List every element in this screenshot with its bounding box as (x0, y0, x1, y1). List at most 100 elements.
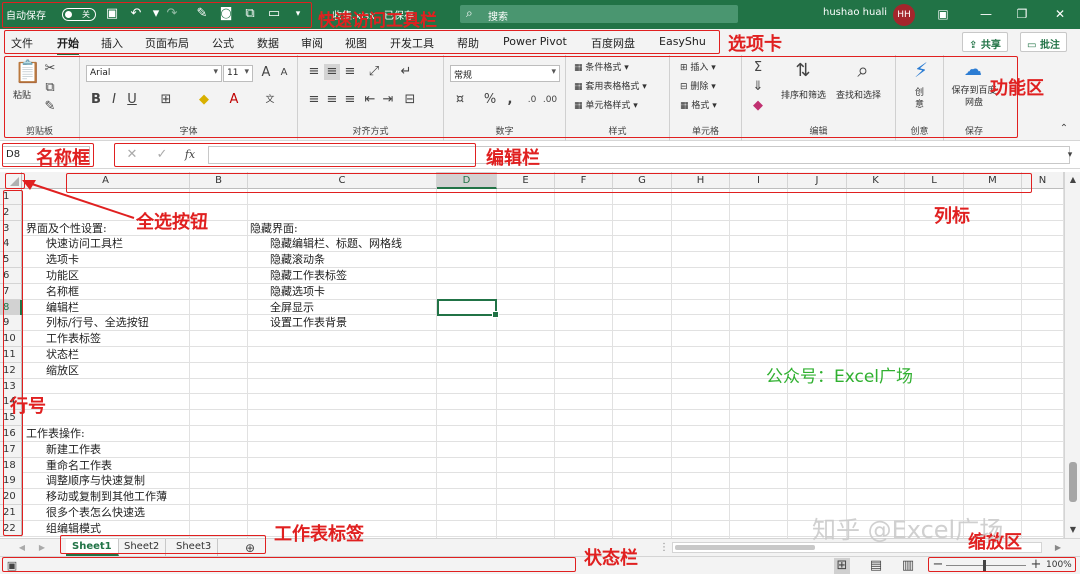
share-label: 共享 (980, 40, 1001, 51)
comment-icon: ▭ (1027, 40, 1040, 51)
prev-sheet-icon[interactable]: ◀ (14, 540, 30, 556)
annotation-name-box: 名称框 (36, 148, 90, 169)
gridline-h (22, 425, 1064, 426)
search-box[interactable]: ⌕ 搜索 (460, 5, 738, 23)
annotation-box-formula-bar (114, 143, 476, 167)
next-sheet-icon[interactable]: ▶ (34, 540, 50, 556)
annotation-ribbon: 功能区 (990, 78, 1044, 99)
cell-c5[interactable]: 隐藏滚动条 (270, 252, 325, 268)
wechat-note: 公众号：Excel广场 (766, 367, 914, 387)
ribbon-display-icon[interactable]: ▣ (933, 5, 953, 23)
gridline-h (22, 203, 1064, 205)
cell-a9[interactable]: 列标/行号、全选按钮 (46, 315, 149, 331)
gridline-v (436, 189, 437, 538)
gridline-h (22, 393, 1064, 395)
cell-c3[interactable]: 隐藏界面: (250, 221, 298, 237)
cell-a5[interactable]: 选项卡 (46, 252, 79, 268)
cell-a16[interactable]: 工作表操作: (26, 426, 85, 442)
cell-a20[interactable]: 移动或复制到其他工作薄 (46, 489, 167, 505)
gridline-v (189, 189, 190, 538)
search-icon: ⌕ (466, 6, 473, 20)
cell-a8[interactable]: 编辑栏 (46, 300, 79, 316)
gridline-v (729, 189, 730, 538)
scroll-up-icon[interactable]: ▲ (1065, 172, 1080, 188)
annotation-tabs: 选项卡 (728, 34, 782, 55)
cell-a4[interactable]: 快速访问工具栏 (46, 236, 123, 252)
annotation-box-quick-access (2, 2, 312, 28)
gridline-v (247, 189, 248, 538)
collapse-ribbon-icon[interactable]: ⌃ (1056, 121, 1072, 137)
share-button[interactable]: ⇪ 共享 (962, 32, 1008, 52)
annotation-box-zoom (928, 557, 1076, 572)
vertical-scrollbar[interactable]: ▲ ▼ (1064, 172, 1080, 538)
cell-c9[interactable]: 设置工作表背景 (270, 315, 347, 331)
gridline-h (22, 314, 1064, 316)
cell-a10[interactable]: 工作表标签 (46, 331, 101, 347)
gridline-h (22, 440, 1064, 442)
scroll-thumb[interactable] (1069, 462, 1077, 502)
cell-a18[interactable]: 重命名工作表 (46, 458, 112, 474)
restore-icon[interactable]: ❐ (1012, 5, 1032, 23)
gridline-h (22, 330, 1064, 332)
hscroll-thumb[interactable] (675, 545, 815, 550)
scroll-down-icon[interactable]: ▼ (1065, 522, 1080, 538)
gridline-h (22, 409, 1064, 411)
watermark: 知乎 @Excel广场 (812, 516, 1004, 544)
annotation-box-col-header (66, 173, 1032, 193)
minimize-icon[interactable]: — (976, 5, 996, 23)
selected-cell[interactable] (437, 299, 499, 318)
annotation-status-bar: 状态栏 (584, 548, 638, 569)
cell-c8[interactable]: 全屏显示 (270, 300, 314, 316)
cell-c7[interactable]: 隐藏选项卡 (270, 284, 325, 300)
cell-a17[interactable]: 新建工作表 (46, 442, 101, 458)
annotation-box-ribbon (4, 56, 1018, 138)
annotation-box-row-header (3, 190, 23, 536)
avatar[interactable]: HH (893, 4, 915, 26)
gridline-v (554, 189, 555, 538)
page-layout-view-icon[interactable]: ▤ (868, 558, 884, 574)
gridline-h (22, 267, 1064, 268)
gridline-v (496, 189, 497, 538)
gridline-h (22, 488, 1064, 490)
comments-label: 批注 (1039, 40, 1060, 51)
gridline-h (22, 235, 1064, 237)
scroll-right-icon[interactable]: ▶ (1050, 540, 1066, 556)
annotation-sheet-tabs: 工作表标签 (274, 524, 364, 545)
cell-a19[interactable]: 调整顺序与快速复制 (46, 473, 145, 489)
cell-c4[interactable]: 隐藏编辑栏、标题、网格线 (270, 236, 402, 252)
annotation-col-header: 列标 (934, 206, 970, 227)
annotation-box-tabs (4, 30, 720, 54)
gridline-v (671, 189, 672, 538)
excel-window: 自动保存 关 ▣ ↶ ▾ ↷ ✎ ◙ ⧉ ▭ ▾ 收集.xlsx 已保存 ⌕ 搜… (0, 0, 1080, 574)
cell-a12[interactable]: 缩放区 (46, 363, 79, 379)
close-icon[interactable]: ✕ (1050, 5, 1070, 23)
annotation-formula-bar: 编辑栏 (486, 148, 540, 169)
page-break-view-icon[interactable]: ▥ (900, 558, 916, 574)
gridline-v (963, 189, 964, 538)
annotation-quick-access: 快速访问工具栏 (318, 11, 437, 31)
gridline-h (22, 472, 1064, 474)
share-icon: ⇪ (969, 40, 981, 51)
annotation-box-sheet-tabs (60, 535, 266, 554)
cell-a21[interactable]: 很多个表怎么快速选 (46, 505, 145, 521)
cell-a7[interactable]: 名称框 (46, 284, 79, 300)
gridline-v (1021, 189, 1022, 538)
user-name[interactable]: hushao huali (823, 7, 887, 18)
gridline-h (22, 346, 1064, 347)
gridline-h (22, 282, 1064, 284)
search-placeholder: 搜索 (488, 12, 508, 23)
gridline-h (22, 456, 1064, 458)
expand-formula-icon[interactable]: ▾ (1062, 147, 1078, 163)
split-handle-icon[interactable]: ⋮ (656, 540, 672, 556)
cell-c6[interactable]: 隐藏工作表标签 (270, 268, 347, 284)
gridline-h (22, 504, 1064, 505)
comments-button[interactable]: ▭ 批注 (1020, 32, 1067, 52)
annotation-row-header: 行号 (10, 396, 46, 417)
gridline-h (22, 251, 1064, 253)
normal-view-icon[interactable]: ⊞ (834, 558, 850, 574)
cell-a6[interactable]: 功能区 (46, 268, 79, 284)
gridline-v (612, 189, 613, 538)
gridline-h (22, 298, 1064, 300)
annotation-box-status-bar (2, 557, 576, 572)
cell-a11[interactable]: 状态栏 (46, 347, 79, 363)
